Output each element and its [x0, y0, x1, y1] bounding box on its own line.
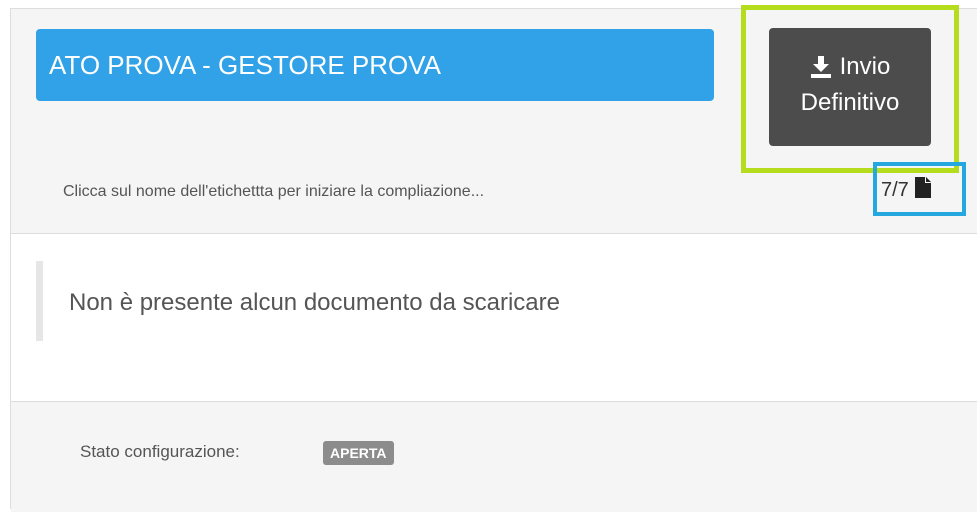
configuration-panel: ATO PROVA - GESTORE PROVA Invio Definiti… [10, 5, 977, 512]
documents-area: Non è presente alcun documento da scaric… [11, 234, 977, 402]
blockquote-bar [36, 261, 43, 341]
status-badge: APERTA [323, 441, 394, 465]
highlight-frame-counter [873, 162, 966, 216]
page-title[interactable]: ATO PROVA - GESTORE PROVA [36, 29, 714, 101]
panel-header: ATO PROVA - GESTORE PROVA Invio Definiti… [11, 5, 977, 234]
status-label: Stato configurazione: [80, 442, 240, 461]
panel-footer: Stato configurazione: APERTA [11, 402, 977, 512]
highlight-frame-submit [741, 5, 959, 173]
instruction-text: Clicca sul nome dell'etichettta per iniz… [63, 183, 485, 200]
empty-documents-message: Non è presente alcun documento da scaric… [69, 289, 560, 316]
